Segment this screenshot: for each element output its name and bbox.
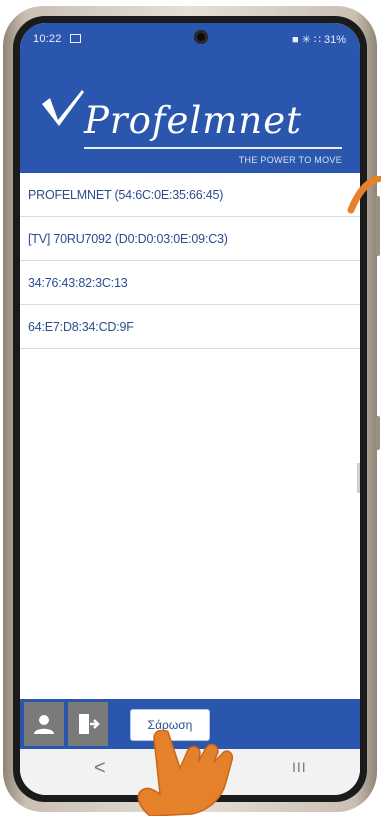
brand-name: Profelmnet [84, 99, 302, 142]
phone-screen: 10:22 ■ ✳ ∷ 31% Profelmnet THE POWER TO … [20, 23, 360, 795]
brand-tagline: THE POWER TO MOVE [238, 155, 342, 165]
user-icon [34, 715, 54, 734]
status-time: 10:22 [33, 33, 62, 45]
status-icons: ■ ✳ ∷ 31% [291, 34, 346, 46]
status-bar: 10:22 ■ ✳ ∷ 31% [20, 23, 360, 55]
pointing-hand-icon [137, 730, 234, 816]
phone-frame: 10:22 ■ ✳ ∷ 31% Profelmnet THE POWER TO … [3, 6, 380, 812]
logo-underline [84, 147, 342, 149]
gallery-icon [70, 34, 81, 43]
exit-door-icon [79, 714, 100, 734]
device-item[interactable]: 34:76:43:82:3C:13 [20, 261, 360, 305]
phone-bezel: 10:22 ■ ✳ ∷ 31% Profelmnet THE POWER TO … [13, 16, 367, 802]
device-item[interactable]: PROFELMNET (54:6C:0E:35:66:45) [20, 173, 360, 217]
app-header: Profelmnet THE POWER TO MOVE [20, 55, 360, 173]
nav-recent-button[interactable]: III [292, 759, 307, 775]
brand-logo-icon [42, 90, 84, 126]
user-button[interactable] [24, 702, 64, 746]
device-list: PROFELMNET (54:6C:0E:35:66:45) [TV] 70RU… [20, 173, 360, 349]
phone-camera-icon [194, 30, 208, 44]
nav-back-button[interactable]: < [94, 757, 106, 780]
device-item[interactable]: [TV] 70RU7092 (D0:D0:03:0E:09:C3) [20, 217, 360, 261]
scrollbar[interactable] [357, 463, 360, 493]
exit-button[interactable] [68, 702, 108, 746]
orange-arrow-icon [347, 176, 381, 214]
power-button [376, 416, 380, 450]
device-item[interactable]: 64:E7:D8:34:CD:9F [20, 305, 360, 349]
